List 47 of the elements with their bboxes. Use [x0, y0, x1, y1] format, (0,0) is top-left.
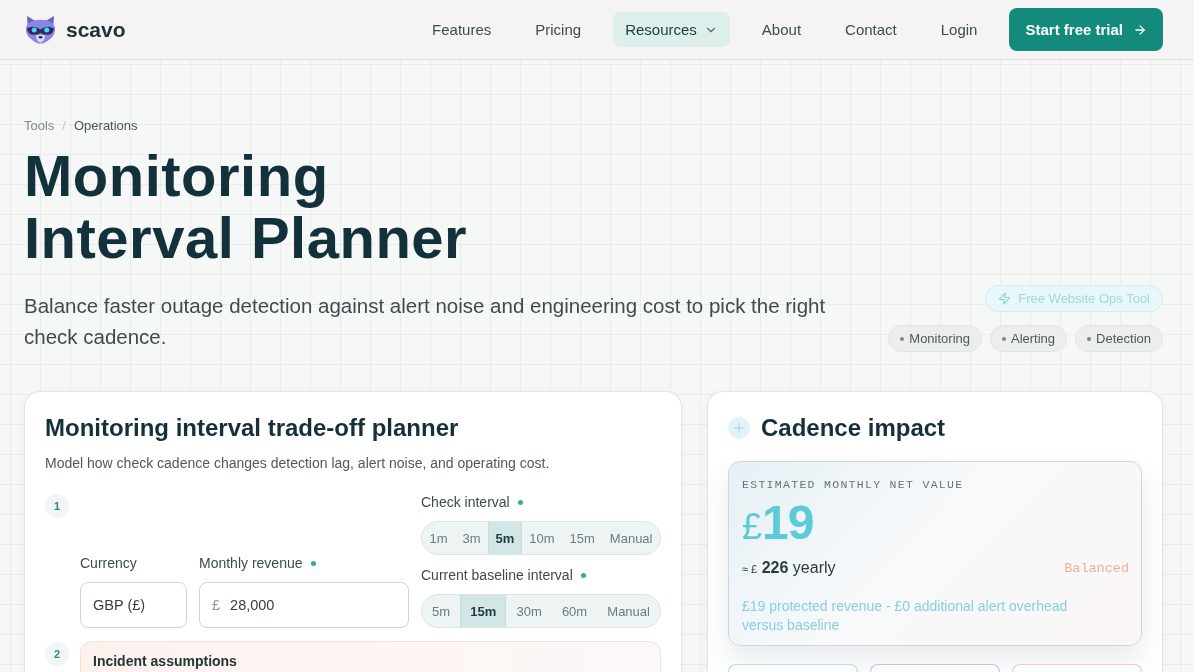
value-note: £19 protected revenue - £0 additional alert overhead versus baseline — [742, 597, 1069, 635]
interval-option[interactable]: 5m — [422, 595, 461, 627]
lightning-icon — [998, 292, 1012, 305]
interval-option[interactable]: 30m — [506, 595, 552, 627]
currency-field[interactable]: GBP (£) — [80, 582, 187, 628]
nav-link[interactable]: Login — [928, 12, 990, 47]
page-title: Monitoring Interval Planner — [24, 145, 469, 269]
plus-icon — [728, 417, 750, 439]
interval-option[interactable]: Manual — [602, 522, 660, 554]
interval-option[interactable]: 1m — [422, 522, 456, 554]
interval-option[interactable]: 10m — [521, 522, 563, 554]
metric-label: ESTIMATED MONTHLY NET VALUE — [742, 477, 965, 493]
field-label: Monthly revenue — [199, 554, 303, 572]
breadcrumb-separator: / — [62, 117, 66, 135]
step-number: 1 — [45, 494, 69, 518]
tool-badge: Free Website Ops Tool — [985, 285, 1163, 312]
field-label: Currency — [80, 554, 137, 572]
status-label: Balanced — [1064, 560, 1129, 576]
topic-tag: Alerting — [990, 325, 1068, 352]
interval-option[interactable]: 60m — [551, 595, 598, 627]
nav-link[interactable]: Pricing — [523, 12, 594, 47]
revenue-field[interactable]: £ 28,000 — [199, 582, 409, 628]
nav-link[interactable]: About — [749, 12, 814, 47]
yearly-estimate: ≈ £ 226 yearly — [742, 557, 836, 578]
raccoon-logo-icon — [24, 15, 57, 44]
nav-link[interactable]: Contact — [833, 12, 909, 47]
interval-option[interactable]: 15m — [562, 522, 603, 554]
net-value: £19 — [742, 499, 814, 547]
topic-tag: Detection — [1075, 325, 1163, 352]
nav-link[interactable]: Features — [420, 12, 504, 47]
interval-option[interactable]: 5m — [488, 522, 522, 554]
field-label: Check interval — [421, 493, 510, 511]
brand-name[interactable]: scavo — [66, 17, 126, 42]
current-page-label: Operations — [74, 117, 138, 135]
interval-option[interactable]: Manual — [597, 595, 660, 627]
page-subtitle: Balance faster outage detection against alert noise and engineering cost to pick the right check cadence. — [24, 293, 827, 350]
nav-link[interactable]: Resources — [613, 12, 730, 47]
interval-option[interactable]: 15m — [460, 595, 507, 627]
interval-option[interactable]: 3m — [455, 522, 489, 554]
topic-tag: Monitoring — [888, 325, 982, 352]
card-title: Monitoring interval trade-off planner — [45, 413, 460, 443]
field-label: Current baseline interval — [421, 566, 573, 584]
section-heading: Incident assumptions — [93, 653, 238, 669]
card-description: Model how check cadence changes detection lag, alert noise, and operating cost. — [45, 454, 551, 473]
card-title: Cadence impact — [761, 413, 946, 443]
step-number: 2 — [45, 642, 69, 666]
start-trial-button[interactable]: Start free trial — [1009, 8, 1163, 51]
